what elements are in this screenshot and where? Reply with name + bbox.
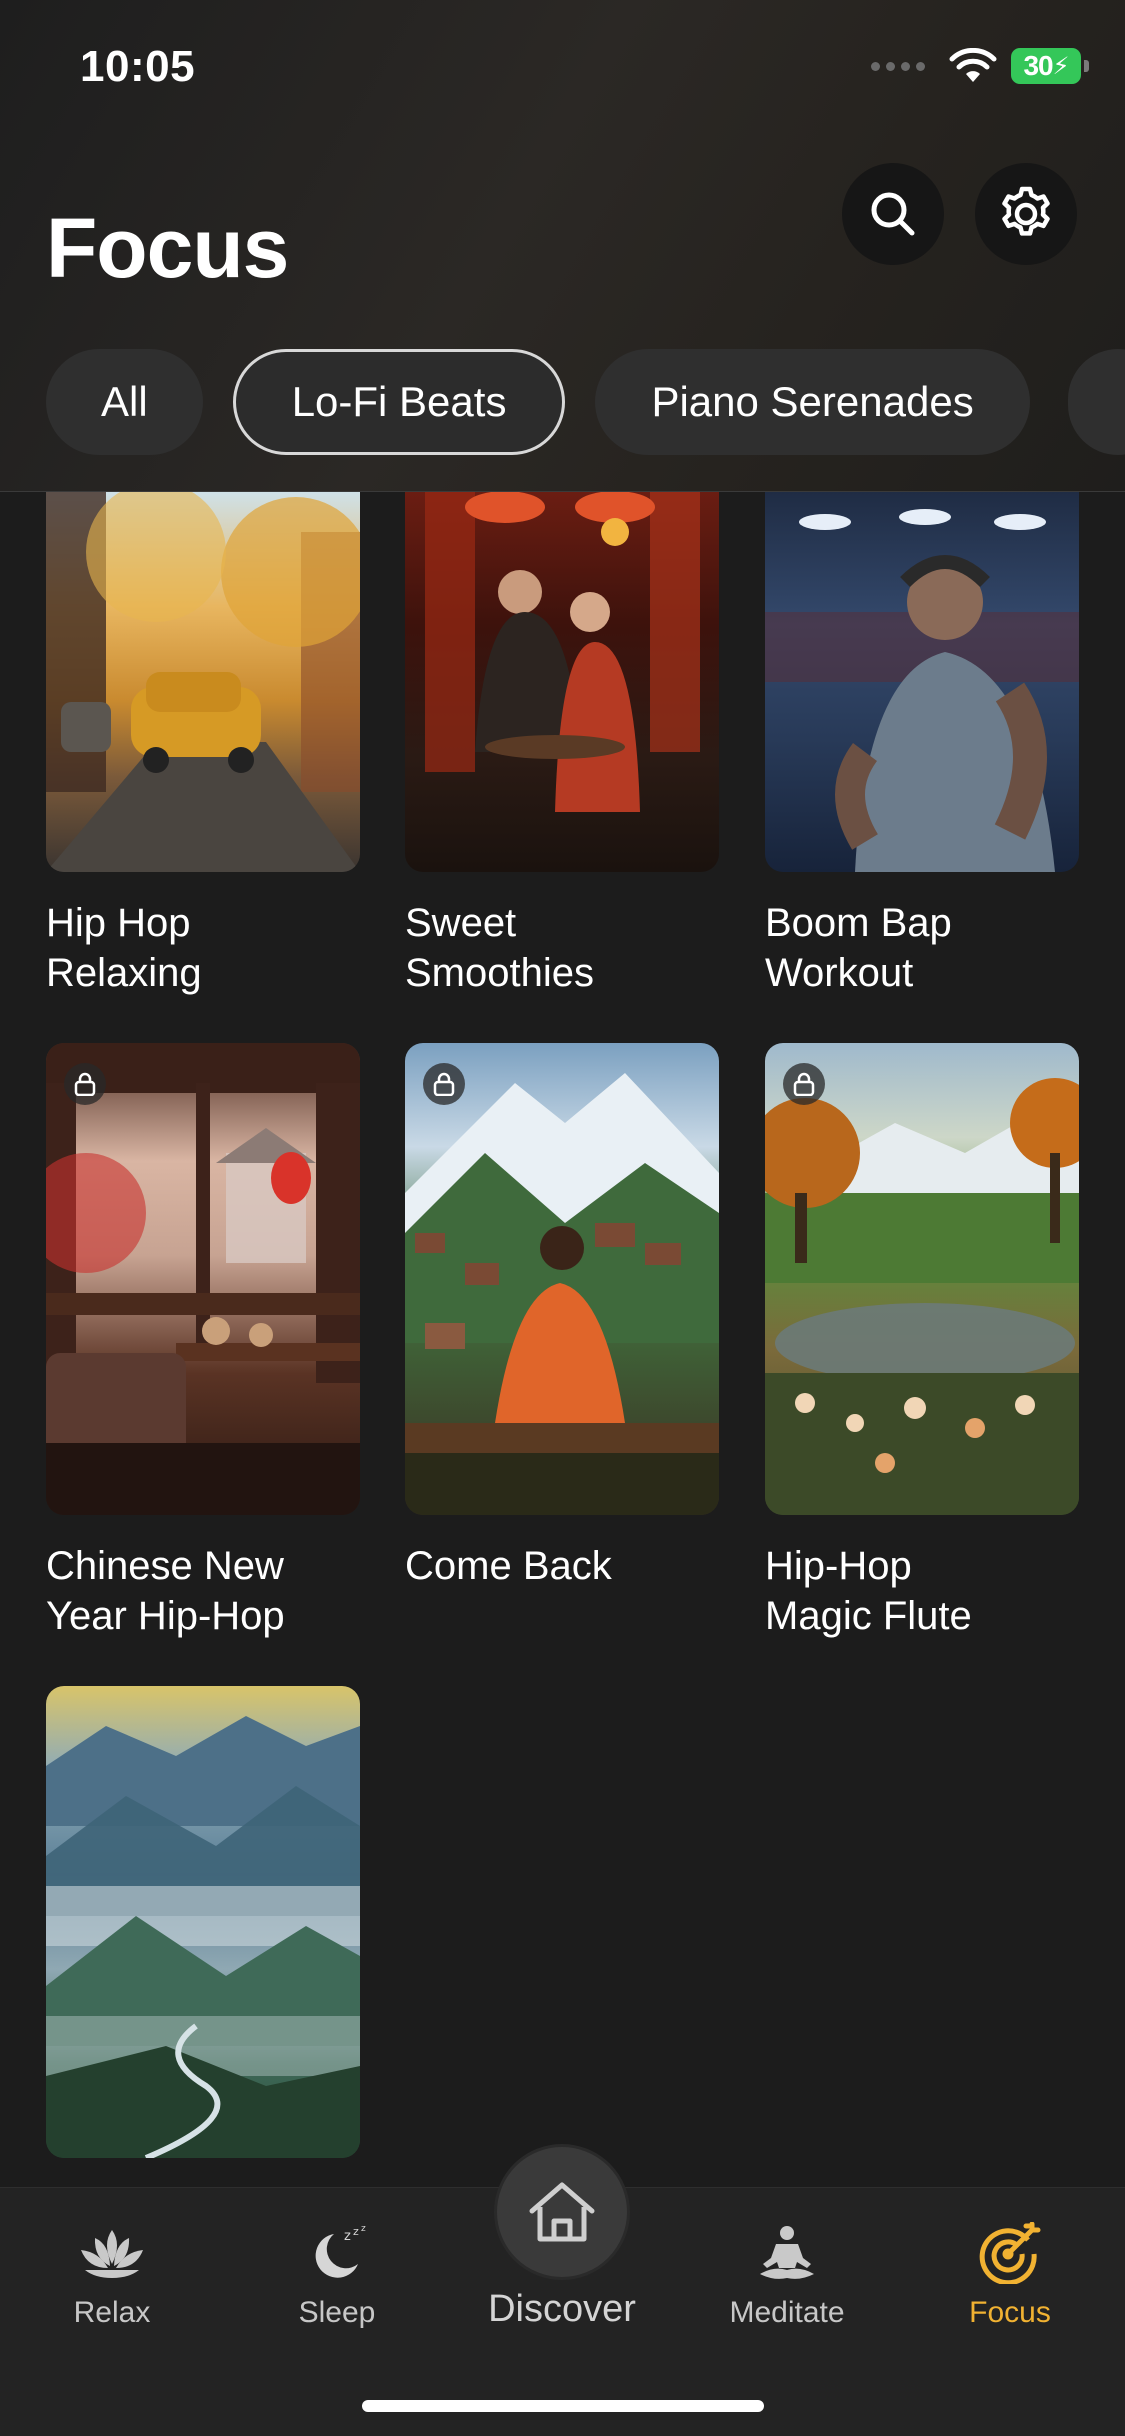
tab-focus[interactable]: Focus — [920, 2218, 1100, 2330]
wifi-icon — [949, 48, 997, 82]
lock-icon — [423, 1063, 465, 1105]
tab-meditate[interactable]: Meditate — [697, 2218, 877, 2330]
track-thumbnail — [46, 1686, 360, 2158]
home-icon — [529, 2182, 595, 2242]
header: 10:05 30 ⚡ Focus All Lo-Fi Beats Piano Se… — [0, 0, 1125, 492]
track-card[interactable]: Come Back — [405, 1043, 719, 1591]
page-title: Focus — [46, 201, 289, 295]
track-card[interactable]: Hip Hop Relaxing — [46, 492, 360, 998]
status-time: 10:05 — [80, 42, 196, 91]
moon-icon: z z z — [315, 2224, 366, 2278]
svg-text:z: z — [344, 2229, 351, 2244]
battery-level: 30 — [1023, 50, 1053, 81]
chip-lofi-beats[interactable]: Lo-Fi Beats — [232, 349, 566, 455]
tab-label: Discover — [488, 2288, 636, 2330]
target-icon — [979, 2222, 1041, 2284]
lotus-icon — [81, 2230, 143, 2278]
track-card[interactable]: Boom Bap Workout — [765, 492, 1079, 998]
track-thumbnail — [765, 492, 1079, 872]
cellular-signal-icon — [871, 61, 925, 71]
category-chips: All Lo-Fi Beats Piano Serenades — [46, 349, 1030, 455]
tab-sleep[interactable]: z z z Sleep — [247, 2218, 427, 2330]
track-thumbnail — [46, 492, 360, 872]
search-icon — [871, 192, 915, 236]
discover-button[interactable] — [494, 2144, 630, 2280]
svg-text:z: z — [353, 2225, 359, 2238]
track-thumbnail — [405, 492, 719, 872]
svg-text:z: z — [361, 2224, 366, 2234]
track-title: Hip Hop Relaxing — [46, 901, 202, 995]
track-title: Hip-Hop Magic Flute — [765, 1544, 972, 1638]
tab-label: Focus — [969, 2296, 1051, 2329]
track-grid: Hip Hop Relaxing Sweet Smoothies Boom Ba… — [0, 492, 1125, 2187]
lock-icon — [64, 1063, 106, 1105]
track-title: Boom Bap Workout — [765, 901, 952, 995]
tab-label: Relax — [73, 2296, 151, 2329]
tab-label: Meditate — [729, 2296, 845, 2329]
track-thumbnail — [765, 1043, 1079, 1515]
track-title: Sweet Smoothies — [405, 901, 594, 995]
track-title: Come Back — [405, 1544, 612, 1588]
search-button[interactable] — [842, 163, 944, 265]
lock-icon — [783, 1063, 825, 1105]
battery-icon: 30 ⚡ — [1011, 48, 1089, 84]
gear-icon — [1002, 186, 1050, 236]
meditate-icon — [760, 2226, 814, 2279]
chip-piano-serenades[interactable]: Piano Serenades — [595, 349, 1030, 455]
tab-relax[interactable]: Relax — [22, 2218, 202, 2330]
track-thumbnail — [46, 1043, 360, 1515]
track-thumbnail — [405, 1043, 719, 1515]
settings-button[interactable] — [975, 163, 1077, 265]
track-card[interactable]: Sweet Smoothies — [405, 492, 719, 998]
track-card[interactable]: Hip-Hop Magic Flute — [765, 1043, 1079, 1641]
home-indicator — [362, 2400, 764, 2412]
status-indicators: 30 ⚡ — [871, 48, 1089, 84]
track-title: Chinese New Year Hip-Hop — [46, 1544, 285, 1638]
track-card[interactable]: Chinese New Year Hip-Hop — [46, 1043, 360, 1641]
chip-next-partial[interactable] — [1068, 349, 1125, 455]
track-card[interactable] — [46, 1686, 360, 2158]
chip-all[interactable]: All — [46, 349, 203, 455]
tab-label: Sleep — [298, 2296, 376, 2329]
tab-bar: Relax z z z Sleep Discover Meditate Focu… — [0, 2144, 1125, 2436]
